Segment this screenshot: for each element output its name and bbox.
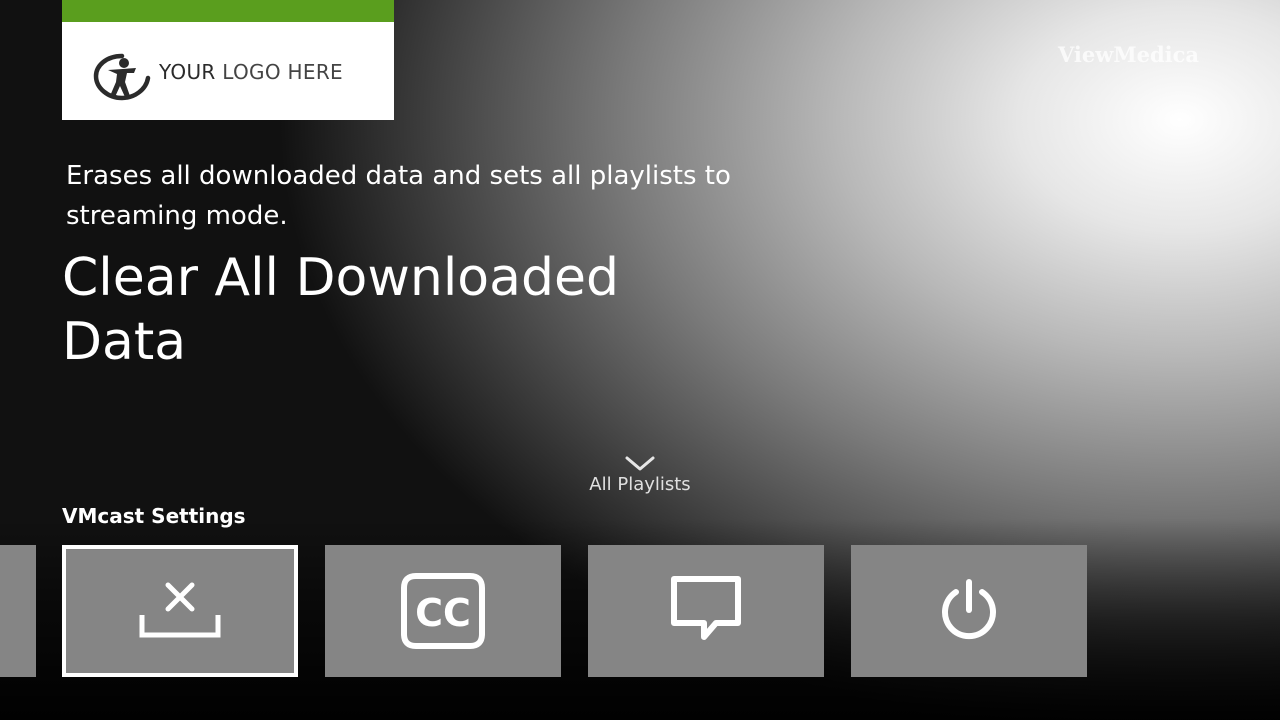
logo-text: YOUR LOGO HERE: [159, 60, 343, 84]
logo-text-light: LOGO HERE: [222, 60, 343, 84]
closed-captions-tile[interactable]: CC: [325, 545, 561, 677]
feedback-tile[interactable]: [588, 545, 824, 677]
brand-watermark: ViewMedica: [1058, 42, 1200, 67]
person-logo-icon: [93, 53, 151, 101]
setting-description: Erases all downloaded data and sets all …: [66, 161, 731, 231]
settings-row-title: VMcast Settings: [62, 504, 246, 528]
power-tile[interactable]: [851, 545, 1087, 677]
chat-bubble-icon: [671, 576, 741, 640]
svg-text:CC: CC: [415, 591, 471, 635]
clear-download-icon: [139, 582, 221, 638]
logo-text-bold: YOUR: [159, 60, 216, 84]
clear-downloads-tile[interactable]: [62, 545, 298, 677]
closed-captions-icon: CC: [401, 573, 485, 649]
client-logo: YOUR LOGO HERE: [62, 0, 394, 120]
chevron-down-icon[interactable]: [624, 452, 656, 474]
logo-accent-bar: [62, 0, 394, 22]
previous-tile[interactable]: [0, 545, 36, 677]
all-playlists-link[interactable]: All Playlists: [540, 474, 740, 495]
power-icon: [942, 579, 996, 640]
setting-title: Clear All Downloaded Data: [62, 248, 619, 372]
